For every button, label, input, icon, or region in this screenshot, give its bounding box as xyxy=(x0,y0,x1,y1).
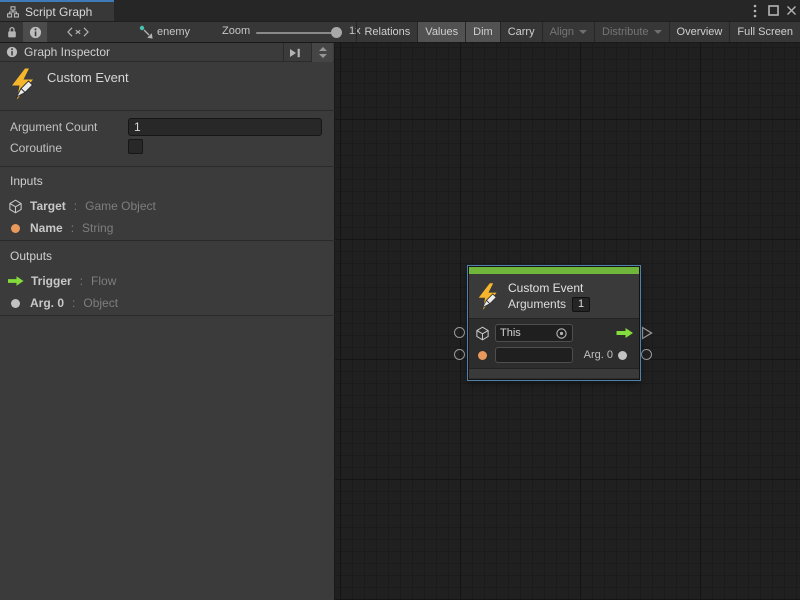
graph-reference[interactable]: enemy xyxy=(139,22,190,42)
relations-button[interactable]: Relations xyxy=(356,22,417,42)
arguments-label: Arguments xyxy=(508,297,566,311)
cube-icon xyxy=(8,199,23,214)
close-button[interactable] xyxy=(782,0,800,21)
output-port-arg0: Arg. 0:Object xyxy=(8,295,118,311)
divider xyxy=(0,240,335,241)
divider xyxy=(0,166,335,167)
custom-event-node[interactable]: Custom Event Arguments 1 This xyxy=(468,266,640,380)
toolbar-buttons: Relations Values Dim Carry Align Distrib… xyxy=(356,22,800,42)
scrub-down-icon xyxy=(319,54,327,58)
more-menu-button[interactable] xyxy=(748,0,762,21)
argument-count-label: Argument Count xyxy=(10,120,97,134)
align-button[interactable]: Align xyxy=(542,22,594,42)
zoom-slider-track[interactable] xyxy=(256,32,342,34)
argument-count-input[interactable] xyxy=(128,118,322,136)
outputs-section-title: Outputs xyxy=(10,249,52,263)
coroutine-label: Coroutine xyxy=(10,141,62,155)
arg0-input[interactable] xyxy=(495,347,573,363)
object-dot-icon xyxy=(11,299,20,308)
graph-canvas[interactable]: Custom Event Arguments 1 This xyxy=(335,43,800,600)
node-input-port-target[interactable] xyxy=(454,327,465,338)
divider xyxy=(0,110,335,111)
string-dot-icon xyxy=(11,224,20,233)
output-port-trigger: Trigger:Flow xyxy=(8,273,116,289)
divider xyxy=(0,315,335,316)
arguments-count-field[interactable]: 1 xyxy=(572,297,590,312)
input-port-name: Name:String xyxy=(8,220,113,236)
dock-right-icon xyxy=(289,48,301,58)
zoom-label: Zoom xyxy=(222,25,250,37)
carry-button[interactable]: Carry xyxy=(500,22,542,42)
custom-event-icon xyxy=(10,68,37,100)
node-body: This Arg. 0 xyxy=(469,318,639,368)
full-screen-button[interactable]: Full Screen xyxy=(729,22,800,42)
scrub-up-icon xyxy=(319,47,327,51)
node-row-arg0: Arg. 0 xyxy=(469,344,639,366)
graph-name-label: enemy xyxy=(157,26,190,38)
object-dot-icon xyxy=(618,351,627,360)
close-icon xyxy=(786,5,797,16)
panel-scrubber[interactable] xyxy=(311,43,333,62)
graph-toolbar: enemy Zoom 1x Relations Values Dim Carry… xyxy=(0,21,800,43)
variables-toggle-button[interactable] xyxy=(62,22,94,42)
unit-title: Custom Event xyxy=(47,70,129,85)
cube-icon xyxy=(475,326,490,341)
script-graph-window: Script Graph xyxy=(0,0,800,600)
target-picker-icon xyxy=(555,327,568,340)
node-output-port-trigger[interactable] xyxy=(641,326,653,340)
overview-button[interactable]: Overview xyxy=(669,22,730,42)
info-icon xyxy=(29,26,42,39)
more-menu-icon xyxy=(753,4,757,18)
tab-script-graph[interactable]: Script Graph xyxy=(0,0,114,21)
lock-button[interactable] xyxy=(2,22,22,42)
graph-inspector-panel: Graph Inspector Custom Event Argument Co xyxy=(0,43,335,600)
maximize-button[interactable] xyxy=(764,0,782,21)
flow-arrow-icon xyxy=(8,275,24,287)
dock-panel-button[interactable] xyxy=(283,43,305,62)
inputs-section-title: Inputs xyxy=(10,174,43,188)
node-header[interactable]: Custom Event Arguments 1 xyxy=(469,274,639,318)
inspector-toggle-button[interactable] xyxy=(23,22,47,42)
code-icon xyxy=(67,27,89,37)
event-color-strip xyxy=(469,267,639,274)
node-output-port-arg0[interactable] xyxy=(641,349,652,360)
distribute-button[interactable]: Distribute xyxy=(594,22,668,42)
maximize-icon xyxy=(768,5,779,16)
dim-button[interactable]: Dim xyxy=(465,22,500,42)
tab-label: Script Graph xyxy=(25,5,92,19)
info-icon xyxy=(6,46,18,58)
coroutine-checkbox[interactable] xyxy=(128,139,143,154)
flow-arrow-icon xyxy=(616,327,634,339)
title-bar: Script Graph xyxy=(0,0,800,21)
target-dropdown[interactable]: This xyxy=(495,324,573,342)
dropdown-caret-icon xyxy=(654,30,662,34)
dropdown-caret-icon xyxy=(579,30,587,34)
node-title: Custom Event xyxy=(508,281,590,295)
string-dot-icon xyxy=(478,351,487,360)
arg0-label: Arg. 0 xyxy=(584,349,613,361)
panel-title: Graph Inspector xyxy=(24,45,110,59)
input-port-target: Target:Game Object xyxy=(8,198,156,214)
node-footer xyxy=(469,368,639,378)
node-row-target: This xyxy=(469,322,639,344)
zoom-slider-handle[interactable] xyxy=(331,27,342,38)
node-input-port-name[interactable] xyxy=(454,349,465,360)
graph-pointer-icon xyxy=(139,25,153,39)
graph-hierarchy-icon xyxy=(7,6,19,18)
lock-icon xyxy=(7,26,17,38)
custom-event-icon xyxy=(477,283,500,310)
values-button[interactable]: Values xyxy=(417,22,465,42)
